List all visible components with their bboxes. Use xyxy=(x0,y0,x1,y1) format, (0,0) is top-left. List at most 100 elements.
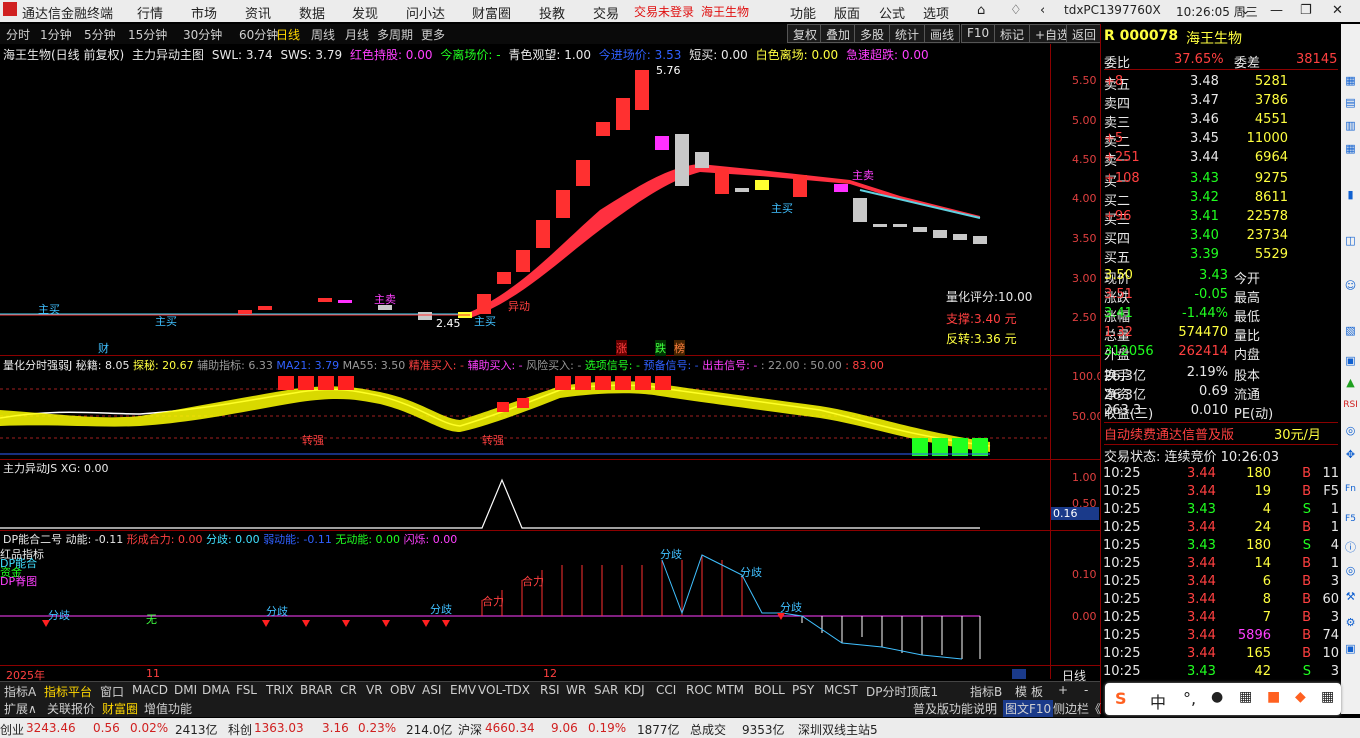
tab-related[interactable]: 关联报价 xyxy=(47,700,95,717)
tool-icon[interactable]: ⚒ xyxy=(1343,590,1358,605)
tf-15min[interactable]: 15分钟 xyxy=(128,26,167,43)
tab-indicator[interactable]: 指标A xyxy=(4,683,36,700)
ime-logo-icon[interactable]: S xyxy=(1115,689,1127,708)
idx-cy-label[interactable]: 创业 xyxy=(0,721,24,738)
tab-indicator[interactable]: FSL xyxy=(236,683,257,697)
tab-indicator[interactable]: DMI xyxy=(174,683,197,697)
up-icon[interactable]: ▲ xyxy=(1343,376,1358,391)
gift-icon[interactable]: ■ xyxy=(1267,689,1280,705)
tf-daily[interactable]: 日线 xyxy=(276,26,300,43)
btn-tongji[interactable]: 统计 xyxy=(889,24,926,43)
list-icon[interactable]: ▥ xyxy=(1343,119,1358,134)
menu-jiaoyi[interactable]: 交易 xyxy=(593,3,619,22)
btn-biaoji[interactable]: 标记 xyxy=(994,24,1031,43)
tab-indicator[interactable]: MACD xyxy=(132,683,168,697)
dp-chart[interactable]: 分歧 分歧 分歧 分歧 分歧 分歧 合力 合力 无 xyxy=(0,545,1050,665)
idx-kc-label[interactable]: 科创 xyxy=(228,721,252,738)
rsi-icon[interactable]: RSI xyxy=(1343,400,1358,415)
tab-indicator[interactable]: KDJ xyxy=(624,683,645,697)
menu-hangqing[interactable]: 行情 xyxy=(137,3,163,22)
trade-status[interactable]: 交易未登录 xyxy=(634,3,694,20)
grid-icon[interactable]: ▦ xyxy=(1343,74,1358,89)
btn-huaxian[interactable]: 画线 xyxy=(924,24,961,43)
gear-icon[interactable]: ⚙ xyxy=(1343,616,1358,631)
shirt-icon[interactable]: ◆ xyxy=(1295,689,1306,705)
window-icon[interactable]: ◫ xyxy=(1343,234,1358,249)
tab-indicator[interactable]: VR xyxy=(366,683,383,697)
tab-indicator[interactable]: 窗口 xyxy=(100,683,124,700)
menu-banmian[interactable]: 版面 xyxy=(834,3,860,22)
tab-indicator[interactable]: VOL-TDX xyxy=(478,683,530,697)
tab-indicator[interactable]: WR xyxy=(566,683,586,697)
btn-diejia[interactable]: 叠加 xyxy=(820,24,857,43)
menu-caifuquan[interactable]: 财富圈 xyxy=(472,3,511,22)
tab-indicator[interactable]: EMV xyxy=(450,683,476,697)
chevron-down-icon[interactable]: ⌄ xyxy=(1240,3,1251,18)
mic-icon[interactable]: ● xyxy=(1211,689,1223,705)
menu-toujiao[interactable]: 投教 xyxy=(539,3,565,22)
ad-price[interactable]: 30元/月 xyxy=(1274,424,1321,443)
scroll-handle[interactable] xyxy=(1012,669,1026,679)
tab-indicator[interactable]: DP分时顶底1 xyxy=(866,683,938,700)
tab-sidebar[interactable]: 侧边栏《 xyxy=(1053,700,1101,717)
tab-indicator[interactable]: DMA xyxy=(202,683,230,697)
tab-indicator[interactable]: MCST xyxy=(824,683,858,697)
f5-icon[interactable]: F5 xyxy=(1343,514,1358,529)
menu-shichang[interactable]: 市场 xyxy=(191,3,217,22)
tab-indicator[interactable]: + xyxy=(1058,683,1068,697)
tab-expand[interactable]: 扩展∧ xyxy=(4,700,37,717)
ad-text[interactable]: 自动续费通达信普及版 xyxy=(1104,424,1234,443)
tab-indicator[interactable]: OBV xyxy=(390,683,416,697)
tab-caifuquan[interactable]: 财富圈 xyxy=(102,700,138,717)
keyboard-icon[interactable]: ▦ xyxy=(1239,689,1252,705)
info-icon[interactable]: ⓘ xyxy=(1343,539,1358,554)
tab-indicator[interactable]: 模 xyxy=(1015,683,1027,700)
home-icon[interactable]: ⌂ xyxy=(977,3,985,18)
tab-f10[interactable]: 图文F10 xyxy=(1003,700,1054,717)
tab-help[interactable]: 普及版功能说明 xyxy=(913,700,997,717)
tf-weekly[interactable]: 周线 xyxy=(311,26,335,43)
btn-fanhui[interactable]: 返回 xyxy=(1066,24,1103,43)
tf-30min[interactable]: 30分钟 xyxy=(183,26,222,43)
strength-chart[interactable]: 转强 转强 xyxy=(0,370,1050,458)
tf-multi[interactable]: 多周期 xyxy=(377,26,413,43)
restore-icon[interactable]: ❐ xyxy=(1300,3,1312,18)
tab-indicator[interactable]: RSI xyxy=(540,683,560,697)
menu-shuju[interactable]: 数据 xyxy=(299,3,325,22)
layout-icon[interactable]: ▣ xyxy=(1343,354,1358,369)
ime-lang[interactable]: 中 xyxy=(1150,689,1166,713)
ad-row[interactable]: 自动续费通达信普及版 30元/月 xyxy=(1104,422,1338,443)
tab-indicator[interactable]: ASI xyxy=(422,683,441,697)
tab-indicator[interactable]: 板 xyxy=(1031,683,1043,700)
menu-xuanxiang[interactable]: 选项 xyxy=(923,3,949,22)
tab-indicator[interactable]: BOLL xyxy=(754,683,785,697)
close-icon[interactable]: ✕ xyxy=(1332,3,1343,18)
btn-duogu[interactable]: 多股 xyxy=(854,24,891,43)
lock-icon[interactable]: ▣ xyxy=(1343,642,1358,657)
tab-indicator[interactable]: ROC xyxy=(686,683,712,697)
ime-punct[interactable]: °, xyxy=(1183,689,1196,708)
tf-fenshi[interactable]: 分时 xyxy=(6,26,30,43)
idx-hs-label[interactable]: 沪深 xyxy=(458,721,482,738)
tab-indicator[interactable]: 指标平台 xyxy=(44,683,92,700)
menu-wenxiaoda[interactable]: 问小达 xyxy=(406,3,445,22)
table-icon[interactable]: ▦ xyxy=(1343,142,1358,157)
candlestick-chart[interactable]: 5.76 2.45 主买 主买 主买 主买 主卖 主卖 异动 xyxy=(0,60,1050,354)
chevron-left-icon[interactable]: ‹ xyxy=(1040,3,1045,18)
tab-indicator[interactable]: TRIX xyxy=(266,683,293,697)
yidong-chart[interactable] xyxy=(0,470,1050,530)
tf-monthly[interactable]: 月线 xyxy=(345,26,369,43)
shirt-icon[interactable]: ♢ xyxy=(1010,3,1022,18)
btn-f10[interactable]: F10 xyxy=(961,24,996,43)
btn-fuquan[interactable]: 复权 xyxy=(787,24,824,43)
menu-zixun[interactable]: 资讯 xyxy=(245,3,271,22)
tab-indicator[interactable]: PSY xyxy=(792,683,814,697)
tab-indicator[interactable]: BRAR xyxy=(300,683,333,697)
tab-indicator[interactable]: CCI xyxy=(656,683,676,697)
server-site[interactable]: 深圳双线主站5 xyxy=(798,721,878,738)
menu-gongneng[interactable]: 功能 xyxy=(790,3,816,22)
globe-icon[interactable]: ◎ xyxy=(1343,424,1358,439)
tf-5min[interactable]: 5分钟 xyxy=(84,26,116,43)
tab-indicator[interactable]: 指标B xyxy=(970,683,1002,700)
menu-gongshi[interactable]: 公式 xyxy=(879,3,905,22)
